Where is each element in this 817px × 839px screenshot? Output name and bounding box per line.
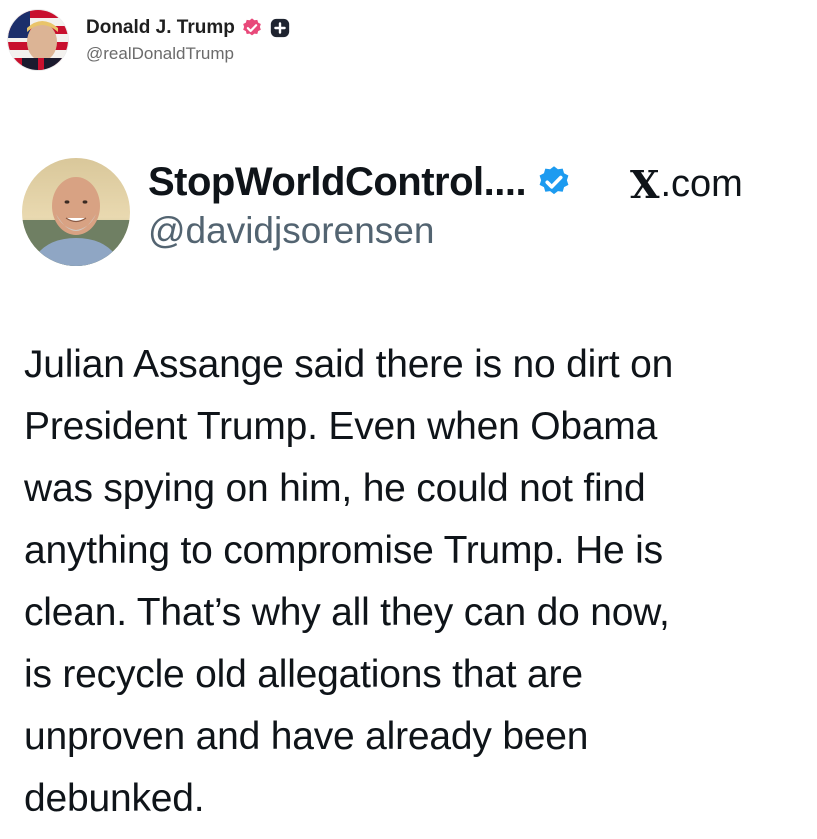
x-logo: X bbox=[630, 161, 660, 207]
verified-badge-icon bbox=[243, 18, 261, 36]
embed-avatar-image bbox=[22, 158, 130, 266]
embed-name-row: StopWorldControl.... bbox=[148, 156, 572, 208]
author-handle[interactable]: @realDonaldTrump bbox=[86, 44, 291, 64]
embed-avatar bbox=[22, 158, 130, 266]
source-domain: .com bbox=[660, 162, 743, 205]
author-name[interactable]: Donald J. Trump bbox=[86, 17, 235, 39]
post-header: Donald J. Trump @realDonaldTrump bbox=[8, 10, 291, 70]
author-name-row: Donald J. Trump bbox=[86, 14, 291, 42]
tweet-text: Julian Assange said there is no dirt on … bbox=[24, 343, 674, 820]
author-avatar-image bbox=[8, 10, 68, 70]
verified-check-icon bbox=[539, 166, 569, 195]
embed-display-name: StopWorldControl.... bbox=[148, 159, 527, 204]
source-label: X .com bbox=[630, 158, 743, 210]
author-avatar[interactable] bbox=[8, 10, 68, 70]
embed-handle: @davidjsorensen bbox=[148, 210, 435, 251]
author-info: Donald J. Trump @realDonaldTrump bbox=[86, 14, 291, 64]
plus-badge-icon bbox=[270, 18, 290, 38]
